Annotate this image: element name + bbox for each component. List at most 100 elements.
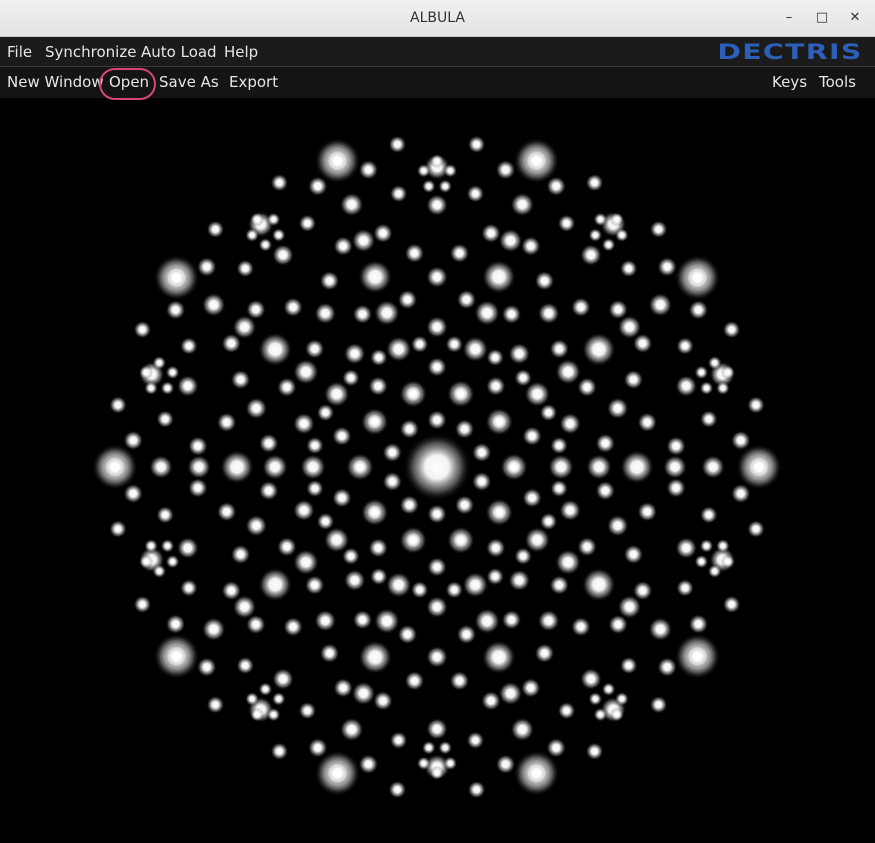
menu-file[interactable]: File [7, 37, 32, 67]
diffraction-spot [250, 707, 265, 722]
diffraction-spot [149, 455, 173, 479]
diffraction-spot [262, 454, 288, 480]
diffraction-spot [585, 742, 604, 761]
diffraction-spot [358, 754, 379, 775]
diffraction-spot [715, 538, 730, 553]
diffraction-spot [438, 179, 453, 194]
diffraction-spot [421, 179, 436, 194]
diffraction-spot [258, 682, 273, 697]
export-button[interactable]: Export [229, 67, 278, 97]
diffraction-spot [221, 333, 242, 354]
menu-auto-load[interactable]: Auto Load [141, 37, 217, 67]
diffraction-spot [314, 302, 337, 325]
diffraction-spot [292, 499, 315, 522]
diffraction-spot [614, 691, 629, 706]
diffraction-spot [666, 436, 687, 457]
diffraction-spot [501, 304, 522, 325]
diffraction-spot [675, 537, 698, 559]
diffraction-spot [486, 567, 505, 586]
title-bar: ALBULA – □ ✕ [0, 0, 875, 37]
diffraction-spot [176, 537, 199, 559]
diffraction-spot [351, 228, 376, 253]
diffraction-spot [637, 412, 658, 433]
diffraction-spot [467, 135, 486, 154]
diffraction-spot [501, 609, 522, 630]
diffraction-spot [449, 243, 470, 264]
diffraction-spot [510, 192, 535, 217]
image-viewer[interactable] [0, 98, 875, 839]
diffraction-spot [524, 761, 549, 786]
diffraction-spot [595, 480, 616, 501]
diffraction-spot [179, 579, 198, 597]
diffraction-spot [657, 657, 678, 678]
diffraction-spot [485, 376, 506, 397]
diffraction-spot [325, 761, 350, 786]
diffraction-spot [165, 614, 186, 635]
diffraction-spot [648, 292, 673, 317]
menu-help[interactable]: Help [224, 37, 258, 67]
diffraction-spot [550, 479, 569, 498]
diffraction-spot [314, 609, 337, 632]
diffraction-spot [557, 701, 576, 720]
diffraction-spot [481, 690, 501, 711]
diffraction-spot [676, 337, 695, 355]
diffraction-spot [358, 159, 379, 180]
diffraction-spot [351, 458, 369, 476]
diffraction-spot [466, 731, 485, 750]
diffraction-spot [522, 487, 543, 508]
open-button[interactable]: Open [109, 67, 149, 97]
close-button[interactable]: ✕ [845, 8, 865, 28]
save-as-button[interactable]: Save As [159, 67, 219, 97]
minimize-button[interactable]: – [779, 8, 799, 28]
tools-button[interactable]: Tools [819, 67, 856, 97]
diffraction-spot [373, 223, 393, 244]
diffraction-spot [270, 173, 289, 192]
diffraction-spot [514, 547, 533, 566]
diffraction-spot [270, 742, 289, 761]
diffraction-spot [534, 270, 555, 291]
diffraction-spot [271, 228, 286, 243]
diffraction-spot [456, 289, 477, 310]
diffraction-spot [373, 608, 400, 635]
diffraction-spot [471, 442, 492, 463]
maximize-button[interactable]: □ [812, 8, 832, 28]
diffraction-spot [637, 501, 658, 522]
diffraction-spot [333, 236, 354, 257]
diffraction-spot [230, 544, 251, 565]
diffraction-spot [619, 656, 638, 675]
diffraction-spot [368, 376, 389, 397]
diffraction-spot [694, 554, 709, 569]
diffraction-spot [747, 396, 765, 414]
new-window-button[interactable]: New Window [7, 67, 104, 97]
dectris-logo: DECTRIS [717, 40, 863, 64]
diffraction-spot [258, 433, 279, 454]
diffraction-spot [220, 450, 254, 484]
diffraction-spot [606, 397, 629, 420]
diffraction-spot [666, 477, 687, 498]
diffraction-spot [498, 228, 523, 253]
diffraction-spot [305, 436, 324, 455]
diffraction-spot [601, 237, 616, 252]
diffraction-spot [485, 537, 506, 558]
diffraction-spot [443, 756, 458, 771]
diffraction-spot [426, 646, 448, 668]
diffraction-spot [388, 780, 407, 799]
diffraction-spot [404, 243, 425, 264]
diffraction-spot [508, 342, 531, 365]
diffraction-spot [471, 471, 492, 492]
diffraction-spot [608, 299, 629, 320]
diffraction-spot [160, 381, 175, 396]
window-title: ALBULA [410, 10, 465, 26]
diffraction-spot [245, 614, 266, 635]
diffraction-spot [699, 410, 718, 429]
diffraction-spot [559, 412, 582, 435]
menu-synchronize[interactable]: Synchronize [45, 37, 136, 67]
diffraction-spot [524, 148, 549, 173]
diffraction-spot [608, 614, 629, 635]
diffraction-spot [276, 377, 297, 398]
diffraction-spot [343, 342, 366, 365]
diffraction-spot [319, 270, 340, 291]
diffraction-spot [389, 731, 408, 750]
keys-button[interactable]: Keys [772, 67, 807, 97]
diffraction-spot [427, 357, 447, 377]
